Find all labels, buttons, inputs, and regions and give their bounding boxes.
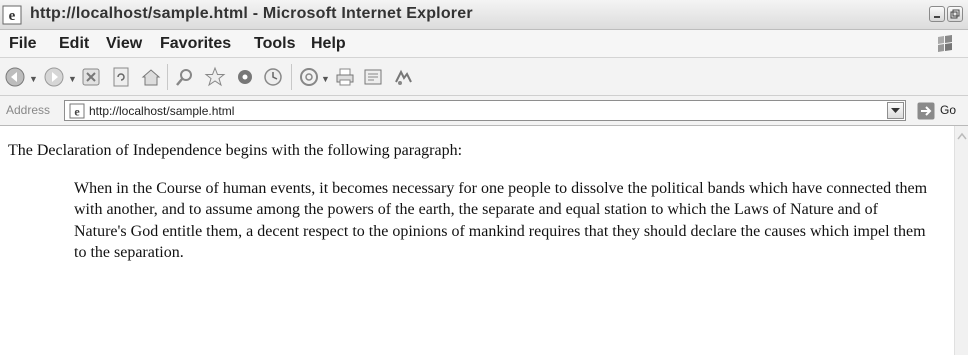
history-icon[interactable] [262, 66, 284, 88]
page-icon: e [69, 103, 85, 119]
page-content: The Declaration of Independence begins w… [0, 126, 954, 355]
forward-dropdown-icon[interactable]: ▼ [68, 74, 77, 84]
menu-favorites[interactable]: Favorites [160, 35, 231, 53]
minimize-icon [934, 16, 940, 18]
favorites-icon[interactable] [204, 66, 226, 88]
chevron-down-icon [891, 108, 900, 113]
title-bar: e http://localhost/sample.html - Microso… [0, 0, 968, 30]
window-title: http://localhost/sample.html - Microsoft… [30, 5, 473, 22]
address-url[interactable]: http://localhost/sample.html [89, 104, 234, 118]
svg-text:e: e [9, 8, 16, 24]
search-icon[interactable] [174, 66, 196, 88]
discuss-icon[interactable] [392, 66, 414, 88]
menu-file[interactable]: File [9, 35, 37, 53]
toolbar-separator [167, 64, 168, 90]
minimize-button[interactable] [929, 6, 945, 22]
menu-view[interactable]: View [106, 35, 142, 53]
vertical-scrollbar[interactable] [954, 126, 968, 355]
edit-icon[interactable] [362, 66, 384, 88]
home-icon[interactable] [140, 66, 162, 88]
menu-tools[interactable]: Tools [254, 35, 295, 53]
restore-icon [950, 9, 960, 19]
windows-flag-icon [938, 35, 952, 52]
address-dropdown-button[interactable] [887, 102, 904, 119]
maximize-button[interactable] [947, 6, 963, 22]
declaration-quote: When in the Course of human events, it b… [74, 180, 928, 261]
print-icon[interactable] [334, 66, 356, 88]
browser-window: e http://localhost/sample.html - Microso… [0, 0, 968, 355]
refresh-icon[interactable] [110, 66, 132, 88]
menu-bar: File Edit View Favorites Tools Help [0, 30, 968, 58]
intro-paragraph: The Declaration of Independence begins w… [8, 142, 463, 159]
toolbar-separator [291, 64, 292, 90]
address-label: Address [6, 103, 51, 117]
forward-icon[interactable] [43, 66, 65, 88]
menu-edit[interactable]: Edit [59, 35, 89, 53]
stop-icon[interactable] [80, 66, 102, 88]
go-arrow-icon[interactable] [917, 102, 935, 120]
go-button[interactable]: Go [940, 103, 956, 117]
mail-icon[interactable] [298, 66, 320, 88]
menu-help[interactable]: Help [311, 35, 346, 53]
svg-text:e: e [74, 105, 80, 119]
back-dropdown-icon[interactable]: ▼ [29, 74, 38, 84]
media-icon[interactable] [234, 66, 256, 88]
back-icon[interactable] [4, 66, 26, 88]
standard-toolbar: ▼ ▼ ▼ [0, 58, 968, 96]
scroll-up-icon[interactable] [957, 132, 967, 140]
address-input[interactable]: e http://localhost/sample.html [64, 100, 906, 121]
mail-dropdown-icon[interactable]: ▼ [321, 74, 330, 84]
address-bar: Address e http://localhost/sample.html G… [0, 96, 968, 126]
ie-logo-icon: e [2, 5, 22, 25]
